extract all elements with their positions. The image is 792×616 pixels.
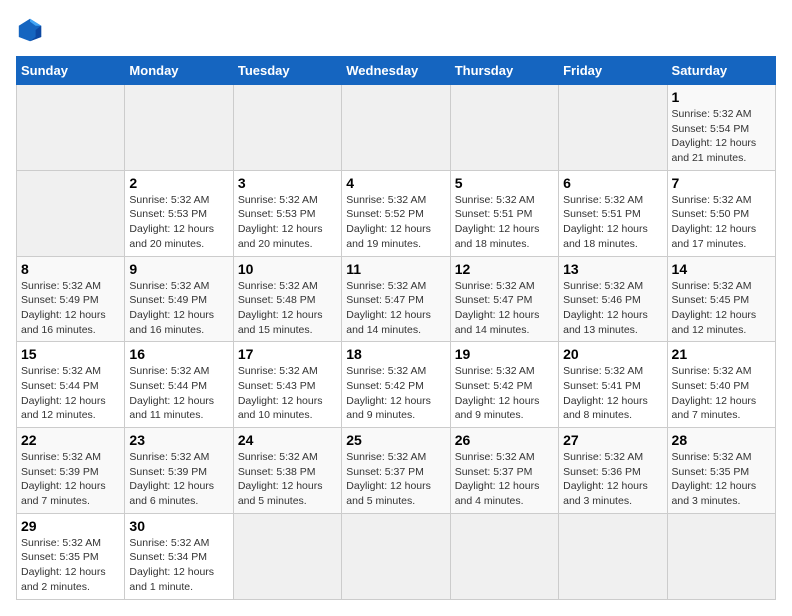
calendar-cell: 21Sunrise: 5:32 AMSunset: 5:40 PMDayligh… [667,342,775,428]
empty-cell [17,85,125,171]
week-row: 2Sunrise: 5:32 AMSunset: 5:53 PMDaylight… [17,170,776,256]
calendar-cell: 5Sunrise: 5:32 AMSunset: 5:51 PMDaylight… [450,170,558,256]
calendar-cell: 7Sunrise: 5:32 AMSunset: 5:50 PMDaylight… [667,170,775,256]
calendar-cell: 30Sunrise: 5:32 AMSunset: 5:34 PMDayligh… [125,513,233,599]
calendar-cell: 22Sunrise: 5:32 AMSunset: 5:39 PMDayligh… [17,428,125,514]
calendar-cell: 27Sunrise: 5:32 AMSunset: 5:36 PMDayligh… [559,428,667,514]
empty-cell [125,85,233,171]
calendar-cell: 8Sunrise: 5:32 AMSunset: 5:49 PMDaylight… [17,256,125,342]
calendar-cell: 14Sunrise: 5:32 AMSunset: 5:45 PMDayligh… [667,256,775,342]
calendar-cell: 4Sunrise: 5:32 AMSunset: 5:52 PMDaylight… [342,170,450,256]
week-row: 1Sunrise: 5:32 AMSunset: 5:54 PMDaylight… [17,85,776,171]
empty-cell [450,85,558,171]
header-day: Thursday [450,57,558,85]
empty-cell [342,513,450,599]
calendar-cell: 23Sunrise: 5:32 AMSunset: 5:39 PMDayligh… [125,428,233,514]
empty-cell [559,85,667,171]
calendar-cell: 20Sunrise: 5:32 AMSunset: 5:41 PMDayligh… [559,342,667,428]
calendar-cell: 19Sunrise: 5:32 AMSunset: 5:42 PMDayligh… [450,342,558,428]
calendar-cell: 26Sunrise: 5:32 AMSunset: 5:37 PMDayligh… [450,428,558,514]
calendar-cell: 13Sunrise: 5:32 AMSunset: 5:46 PMDayligh… [559,256,667,342]
calendar-cell: 11Sunrise: 5:32 AMSunset: 5:47 PMDayligh… [342,256,450,342]
header-day: Monday [125,57,233,85]
calendar-cell: 29Sunrise: 5:32 AMSunset: 5:35 PMDayligh… [17,513,125,599]
empty-cell [233,513,341,599]
calendar-table: SundayMondayTuesdayWednesdayThursdayFrid… [16,56,776,600]
empty-cell [342,85,450,171]
header-day: Wednesday [342,57,450,85]
calendar-cell: 15Sunrise: 5:32 AMSunset: 5:44 PMDayligh… [17,342,125,428]
calendar-cell: 25Sunrise: 5:32 AMSunset: 5:37 PMDayligh… [342,428,450,514]
calendar-cell: 6Sunrise: 5:32 AMSunset: 5:51 PMDaylight… [559,170,667,256]
week-row: 8Sunrise: 5:32 AMSunset: 5:49 PMDaylight… [17,256,776,342]
empty-cell [559,513,667,599]
week-row: 22Sunrise: 5:32 AMSunset: 5:39 PMDayligh… [17,428,776,514]
week-row: 15Sunrise: 5:32 AMSunset: 5:44 PMDayligh… [17,342,776,428]
calendar-cell: 9Sunrise: 5:32 AMSunset: 5:49 PMDaylight… [125,256,233,342]
calendar-cell: 1Sunrise: 5:32 AMSunset: 5:54 PMDaylight… [667,85,775,171]
calendar-cell: 18Sunrise: 5:32 AMSunset: 5:42 PMDayligh… [342,342,450,428]
empty-cell [450,513,558,599]
calendar-cell: 24Sunrise: 5:32 AMSunset: 5:38 PMDayligh… [233,428,341,514]
calendar-cell: 2Sunrise: 5:32 AMSunset: 5:53 PMDaylight… [125,170,233,256]
week-row: 29Sunrise: 5:32 AMSunset: 5:35 PMDayligh… [17,513,776,599]
empty-cell [667,513,775,599]
header-day: Friday [559,57,667,85]
calendar-cell: 28Sunrise: 5:32 AMSunset: 5:35 PMDayligh… [667,428,775,514]
calendar-cell: 12Sunrise: 5:32 AMSunset: 5:47 PMDayligh… [450,256,558,342]
logo-icon [16,16,44,44]
logo [16,16,50,44]
empty-cell [17,170,125,256]
calendar-cell: 10Sunrise: 5:32 AMSunset: 5:48 PMDayligh… [233,256,341,342]
calendar-cell: 3Sunrise: 5:32 AMSunset: 5:53 PMDaylight… [233,170,341,256]
header-day: Saturday [667,57,775,85]
empty-cell [233,85,341,171]
header-day: Tuesday [233,57,341,85]
header-row: SundayMondayTuesdayWednesdayThursdayFrid… [17,57,776,85]
header-day: Sunday [17,57,125,85]
header [16,16,776,44]
calendar-cell: 17Sunrise: 5:32 AMSunset: 5:43 PMDayligh… [233,342,341,428]
calendar-cell: 16Sunrise: 5:32 AMSunset: 5:44 PMDayligh… [125,342,233,428]
